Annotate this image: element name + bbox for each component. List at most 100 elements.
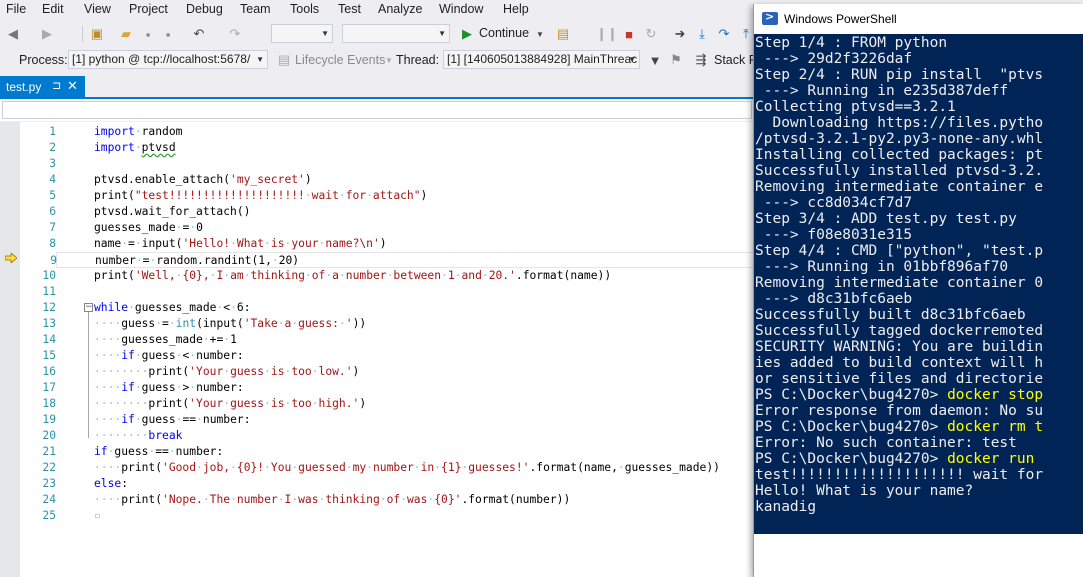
process-label: Process: — [19, 53, 68, 67]
menu-test[interactable]: Test — [338, 2, 361, 16]
line-number: 24 — [42, 493, 56, 506]
console-line: Error: No such container: test — [755, 435, 1017, 451]
menu-debug[interactable]: Debug — [186, 2, 223, 16]
console-line: Step 1/4 : FROM python — [755, 35, 948, 51]
save-icon[interactable]: ▪ — [139, 25, 157, 43]
menu-file[interactable]: File — [6, 2, 26, 16]
filter-icon[interactable]: ▼ — [646, 51, 664, 69]
code-text: name·=·input('Hello!·What·is·your·name?\… — [94, 237, 387, 250]
chevron-down-icon: ▼ — [256, 55, 264, 64]
window-title: Windows PowerShell — [784, 12, 897, 26]
console-line: Removing intermediate container e — [755, 179, 1044, 195]
back-icon[interactable]: ◀ — [4, 25, 22, 43]
line-number: 16 — [42, 365, 56, 378]
line-number: 19 — [42, 413, 56, 426]
thread-dropdown[interactable]: [1] [140605013884928] MainThreac ▼ — [443, 50, 640, 69]
console-prompt: PS C:\Docker\bug4270> — [755, 451, 948, 467]
console-line: Step 4/4 : CMD ["python", "test.p — [755, 243, 1044, 259]
line-number: 6 — [49, 205, 56, 218]
navigation-dropdown[interactable] — [2, 101, 752, 119]
line-number: 25 — [42, 509, 56, 522]
lifecycle-events-button[interactable]: Lifecycle Events — [295, 53, 385, 67]
menu-tools[interactable]: Tools — [290, 2, 319, 16]
code-text: if·guess·==·number: — [94, 445, 224, 458]
code-text: print('Well,·{0},·I·am·thinking·of·a·num… — [94, 269, 612, 282]
new-project-icon[interactable]: ▣ — [88, 25, 106, 43]
restart-icon[interactable]: ↻ — [642, 25, 660, 43]
step-over-icon[interactable]: ↷ — [715, 25, 733, 43]
line-number: 15 — [42, 349, 56, 362]
line-number: 14 — [42, 333, 56, 346]
powershell-titlebar[interactable]: > Windows PowerShell — [754, 4, 1083, 34]
code-text: number·=·random.randint(1,·20) — [95, 254, 300, 267]
thread-label: Thread: — [396, 53, 440, 67]
tab-test-py[interactable]: test.py ⊐ ✕ — [0, 76, 85, 97]
line-number: 1 — [49, 125, 56, 138]
console-line: PS C:\Docker\bug4270> docker rm t — [755, 419, 1043, 435]
continue-button[interactable]: Continue — [479, 26, 529, 40]
stack-frame-icon[interactable]: ⇶ — [692, 51, 710, 69]
code-text: ········print('Your·guess·is·too·high.') — [94, 397, 367, 410]
save-all-icon[interactable]: ▪ — [159, 25, 177, 43]
powershell-window[interactable]: > Windows PowerShell Step 1/4 : FROM pyt… — [753, 4, 1083, 577]
lifecycle-events-icon[interactable]: ▤ — [275, 51, 293, 69]
continue-play-icon[interactable]: ▶ — [458, 25, 476, 43]
undo-icon[interactable]: ↶ — [190, 25, 208, 43]
chevron-down-icon[interactable]: ▼ — [531, 25, 549, 43]
line-number: 17 — [42, 381, 56, 394]
thread-value: [1] [140605013884928] MainThreac — [447, 52, 638, 66]
show-next-statement-icon[interactable]: ➜ — [671, 25, 689, 43]
stop-icon[interactable]: ■ — [620, 25, 638, 43]
flag-icon[interactable]: ⚑ — [667, 51, 685, 69]
code-text: ····print('Nope.·The·number·I·was·thinki… — [94, 493, 571, 506]
code-text: guesses_made·=·0 — [94, 221, 203, 234]
step-into-icon[interactable]: ⤓ — [693, 25, 711, 43]
menu-view[interactable]: View — [84, 2, 111, 16]
line-number: 7 — [49, 221, 56, 234]
solution-config-dropdown[interactable]: ▼ — [271, 24, 333, 43]
console-line: kanadig — [755, 499, 817, 515]
menu-help[interactable]: Help — [503, 2, 529, 16]
console-line: PS C:\Docker\bug4270> docker run — [755, 451, 1034, 467]
open-file-icon[interactable]: ▰ — [117, 25, 135, 43]
process-value: [1] python @ tcp://localhost:5678/ — [72, 52, 251, 66]
console-output[interactable]: Step 1/4 : FROM python ---> 29d2f3226daf… — [754, 34, 1083, 534]
console-line: Removing intermediate container 0 — [755, 275, 1044, 291]
process-dropdown[interactable]: [1] python @ tcp://localhost:5678/ ▼ — [68, 50, 268, 69]
attach-debugger-icon[interactable]: ▤ — [554, 25, 572, 43]
console-command: docker stop — [947, 387, 1044, 403]
code-text: ptvsd.enable_attach('my_secret') — [94, 173, 312, 186]
chevron-down-icon: ▼ — [438, 29, 446, 38]
console-line: Collecting ptvsd==3.2.1 — [755, 99, 956, 115]
line-number: 18 — [42, 397, 56, 410]
menu-analyze[interactable]: Analyze — [378, 2, 422, 16]
console-line: PS C:\Docker\bug4270> docker stop — [755, 387, 1043, 403]
console-line: Successfully installed ptvsd-3.2. — [755, 163, 1044, 179]
line-number: 22 — [42, 461, 56, 474]
powershell-icon: > — [762, 10, 778, 25]
console-line: Step 3/4 : ADD test.py test.py — [755, 211, 1017, 227]
console-line: ---> Running in 01bbf896af70 — [755, 259, 1009, 275]
pause-icon[interactable]: ❙❙ — [596, 25, 618, 43]
console-line: Error response from daemon: No su — [755, 403, 1044, 419]
console-line: Step 2/4 : RUN pip install "ptvs — [755, 67, 1044, 83]
pin-icon[interactable]: ⊐ — [52, 79, 61, 92]
line-number: 21 — [42, 445, 56, 458]
line-number: 20 — [42, 429, 56, 442]
menu-project[interactable]: Project — [129, 2, 168, 16]
menu-edit[interactable]: Edit — [42, 2, 64, 16]
toolbar-separator — [82, 26, 83, 42]
code-line[interactable]: 9 number·=·random.randint(1,·20) — [50, 252, 756, 268]
forward-icon[interactable]: ▶ — [38, 25, 56, 43]
menu-window[interactable]: Window — [439, 2, 483, 16]
redo-icon[interactable]: ↷ — [226, 25, 244, 43]
solution-platform-dropdown[interactable]: ▼ — [342, 24, 450, 43]
menu-team[interactable]: Team — [240, 2, 271, 16]
console-line: /ptvsd-3.2.1-py2.py3-none-any.whl — [755, 131, 1044, 147]
collapse-icon[interactable]: − — [84, 303, 93, 312]
line-number: 9 — [50, 254, 57, 267]
close-icon[interactable]: ✕ — [67, 78, 78, 94]
code-text: ····if·guess·==·number: — [94, 413, 251, 426]
code-text: import·ptvsd — [94, 141, 176, 154]
code-text: ····if·guess·>·number: — [94, 381, 244, 394]
